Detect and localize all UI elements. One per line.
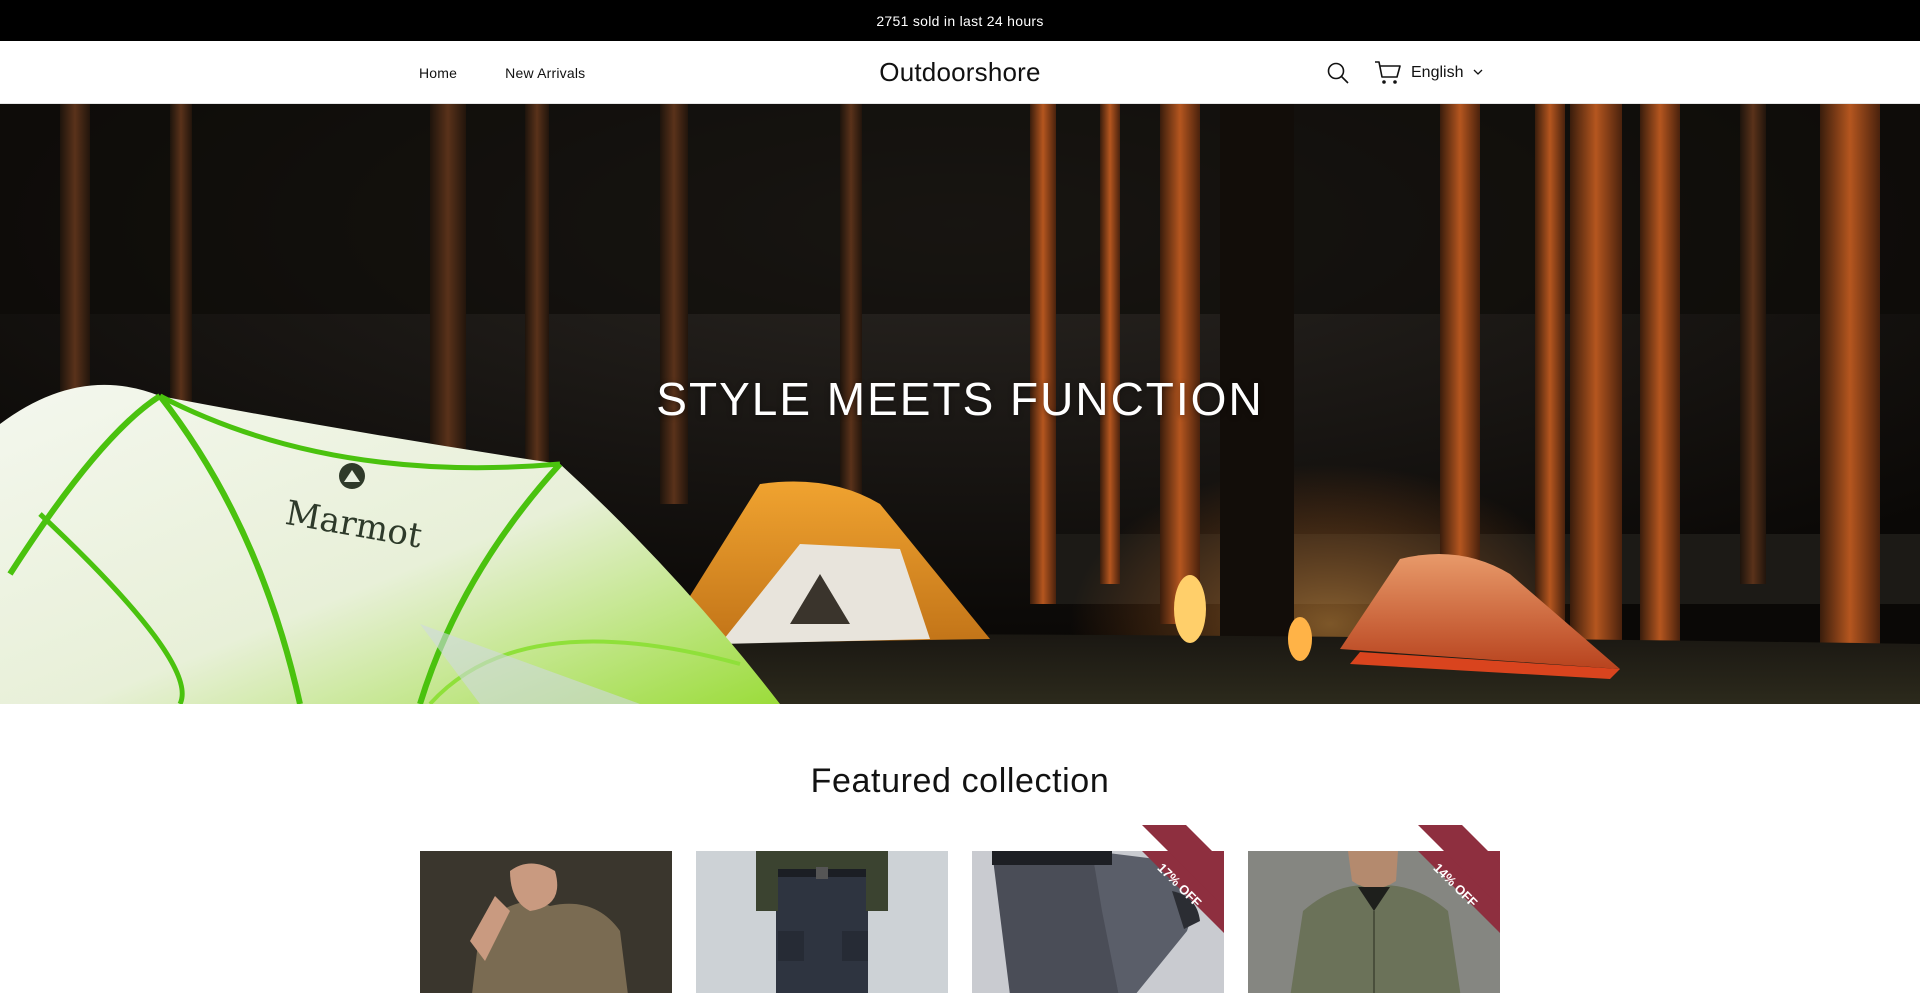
product-image [696, 851, 948, 993]
nav-new-arrivals-link[interactable]: New Arrivals [505, 65, 585, 81]
language-label: English [1411, 63, 1464, 81]
main-nav: Home New Arrivals [419, 41, 585, 104]
nav-home-link[interactable]: Home [419, 65, 457, 81]
product-image [420, 851, 672, 993]
hero-banner: Marmot STYLE MEETS FUNCTION [0, 104, 1920, 704]
product-card[interactable] [1248, 851, 1500, 993]
chevron-down-icon [1474, 69, 1483, 75]
announcement-bar: 2751 sold in last 24 hours [0, 0, 1920, 41]
logo-container: Outdoorshore [0, 41, 1920, 104]
discount-ribbon [1142, 851, 1224, 933]
announcement-text: 2751 sold in last 24 hours [876, 12, 1044, 29]
language-selector[interactable]: English [1411, 64, 1483, 82]
product-grid [420, 851, 1500, 993]
product-card[interactable] [696, 851, 948, 993]
search-icon [1327, 62, 1349, 84]
product-card[interactable] [420, 851, 672, 993]
hero-title: STYLE MEETS FUNCTION [656, 373, 1264, 425]
cart-icon [1375, 60, 1401, 84]
search-button[interactable] [1323, 58, 1353, 88]
site-header: Home New Arrivals Outdoorshore English [0, 41, 1920, 104]
header-actions: English [1323, 41, 1483, 104]
featured-collection-title: Featured collection [810, 762, 1110, 800]
cart-button[interactable] [1373, 58, 1403, 88]
site-logo[interactable]: Outdoorshore [879, 57, 1040, 88]
